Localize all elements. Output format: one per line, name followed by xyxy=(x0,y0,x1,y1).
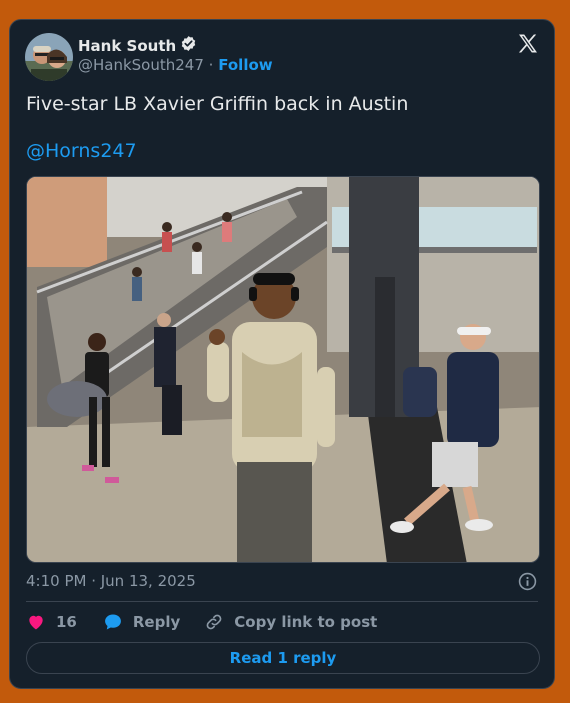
divider xyxy=(26,601,538,602)
post-photo[interactable] xyxy=(26,176,540,563)
link-icon xyxy=(206,614,222,630)
verified-badge-icon xyxy=(180,35,197,56)
author-handle[interactable]: @HankSouth247 xyxy=(78,56,204,74)
action-bar: 16 Reply Copy link to post xyxy=(26,612,377,632)
author-name-row: Hank South xyxy=(78,35,197,56)
author-display-name[interactable]: Hank South xyxy=(78,37,176,55)
avatar[interactable] xyxy=(25,33,73,81)
copy-link-label: Copy link to post xyxy=(234,613,378,631)
like-count: 16 xyxy=(56,613,77,631)
reply-bubble-icon xyxy=(104,614,121,630)
info-icon[interactable] xyxy=(518,572,537,591)
x-logo-icon[interactable] xyxy=(516,32,540,56)
like-button[interactable]: 16 xyxy=(26,612,77,632)
reply-label: Reply xyxy=(132,613,181,631)
follow-button[interactable]: Follow xyxy=(218,56,272,74)
reply-button[interactable]: Reply xyxy=(103,612,180,632)
handle-separator: · xyxy=(208,56,214,74)
read-reply-button[interactable]: Read 1 reply xyxy=(26,642,540,674)
embedded-post-card: Hank South @HankSouth247 · Follow Five-s… xyxy=(9,19,555,689)
copy-link-button[interactable]: Copy link to post xyxy=(204,612,377,632)
author-handle-row: @HankSouth247 · Follow xyxy=(78,56,273,74)
mention-link[interactable]: @Horns247 xyxy=(26,140,137,162)
post-timestamp[interactable]: 4:10 PM · Jun 13, 2025 xyxy=(26,572,196,590)
heart-icon xyxy=(29,615,43,630)
post-text: Five-star LB Xavier Griffin back in Aust… xyxy=(26,93,409,115)
